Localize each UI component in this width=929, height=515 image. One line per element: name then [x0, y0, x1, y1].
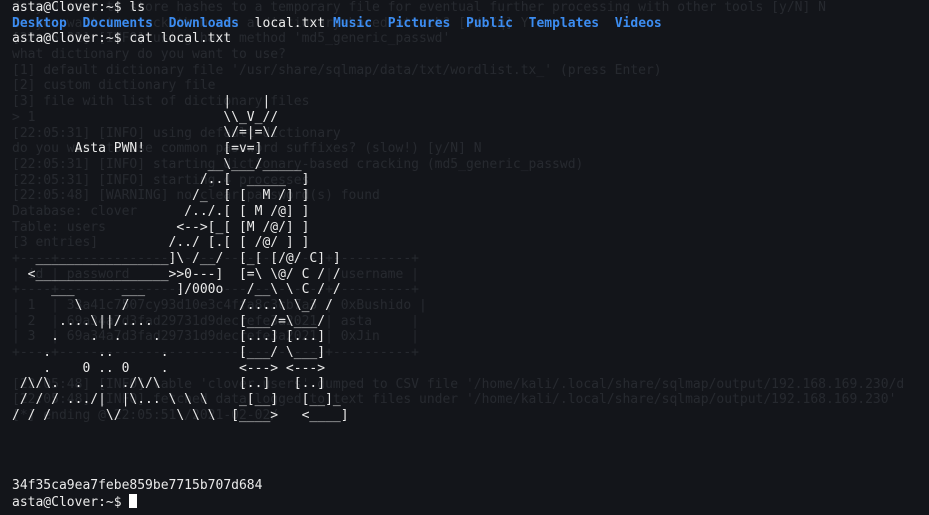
command-line-ls: asta@Clover:~$ ls: [12, 0, 929, 16]
ls-entry-directory: Music: [332, 15, 373, 31]
ascii-art-line: /_ [ [ M /] ]: [12, 188, 310, 204]
ls-entry-file: local.txt: [254, 15, 326, 31]
ascii-art-line: | |: [12, 94, 271, 109]
ascii-art-line: <_________________>>0---] [=\ \@/ C / /: [12, 266, 341, 282]
ascii-art-line: \\_V_//: [12, 109, 279, 125]
ls-entry-directory: Templates: [528, 15, 600, 31]
ascii-art-line: / / / .../| |\... \ \ \ _[__] [__]_: [12, 392, 341, 408]
ascii-art-line: __\___/_____: [12, 156, 302, 172]
ascii-art-line: /..[ _____ ]: [12, 172, 310, 188]
ascii-art-line: \ / /....\ \_/ /: [12, 297, 333, 313]
ls-entry-directory: Pictures: [387, 15, 451, 31]
ascii-art-line: . . . . [...] [...]: [12, 329, 326, 345]
ascii-art-line: / / / \/ \ \ \ [____> <____]: [12, 407, 349, 423]
ascii-art-line: /\/\. . . ./\/\ [..] [..]: [12, 376, 326, 392]
ls-entry-directory: Videos: [614, 15, 662, 31]
command-line-current[interactable]: asta@Clover:~$: [12, 493, 262, 510]
terminal-window[interactable]: asta@Clover:~$ ls Desktop Documents Down…: [12, 0, 929, 47]
ls-entry-directory: Documents: [82, 15, 153, 31]
residue-line: [1] default dictionary file '/usr/share/…: [12, 62, 662, 78]
ascii-art-line: <-->[_[ [M /@/] ]: [12, 219, 310, 235]
ascii-art-line: ....\||/.... [___/=\___/: [12, 313, 326, 329]
residue-line: [2] custom dictionary file: [12, 78, 216, 94]
ls-entry-directory: Public: [466, 15, 513, 31]
command-text: cat local.txt: [129, 31, 232, 47]
hash-output: 34f35ca9ea7febe859be7715b707d684: [12, 478, 263, 493]
ascii-art-line: ___ ___ ]/000o /__\ \ C / /: [12, 282, 341, 298]
prompt: asta@Clover:~$: [12, 31, 130, 47]
ascii-art-line: . 0 .. 0 . <---> <--->: [12, 360, 326, 376]
ls-entry-directory: Downloads: [168, 15, 240, 31]
ascii-art: | | \\_V_// \/=|=\/ Asta PWN! [=v=] __\_…: [12, 94, 349, 423]
ascii-art-line: /../.[ [ M /@] ]: [12, 203, 310, 219]
terminal-bottom: 34f35ca9ea7febe859be7715b707d684 asta@Cl…: [12, 478, 263, 510]
ascii-art-line: . .. . [___/ \___]: [12, 345, 326, 360]
ls-output: Desktop Documents Downloads local.txt Mu…: [12, 16, 929, 32]
command-text: ls: [129, 0, 146, 15]
ascii-art-line: Asta PWN! [=v=]: [12, 141, 263, 157]
residue-line: what dictionary do you want to use?: [12, 47, 286, 63]
prompt: asta@Clover:~$: [12, 0, 130, 15]
ls-entry-directory: Desktop: [12, 15, 67, 31]
ascii-art-line: _________________]\ /__/ [_[ [/@/ C] ]: [12, 250, 341, 266]
ascii-art-line: /../ [.[ [ /@/ ] ]: [12, 235, 310, 251]
command-line-cat: asta@Clover:~$ cat local.txt: [12, 31, 929, 47]
ascii-art-line: \/=|=\/: [12, 125, 279, 141]
prompt: asta@Clover:~$: [12, 494, 130, 510]
cursor-block: [129, 493, 138, 508]
